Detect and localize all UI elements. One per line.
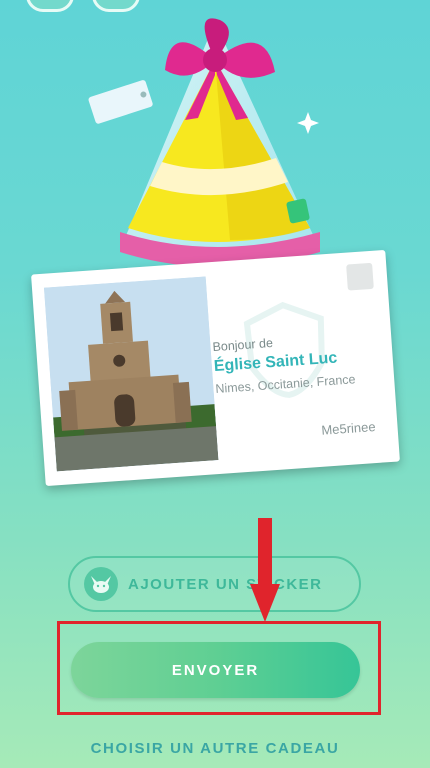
add-sticker-label: AJOUTER UN STICKER xyxy=(128,575,323,593)
postcard-sender: Me5rinee xyxy=(320,419,376,438)
stamp-slot xyxy=(346,262,374,291)
top-left-button[interactable] xyxy=(26,0,74,12)
postcard: Bonjour de Église Saint Luc Nimes, Occit… xyxy=(31,249,400,487)
church-photo xyxy=(43,276,219,472)
eevee-sticker-icon xyxy=(84,567,118,601)
add-sticker-button[interactable]: AJOUTER UN STICKER xyxy=(68,556,361,612)
gift-box-icon xyxy=(88,18,320,267)
red-down-arrow-icon xyxy=(250,518,280,622)
send-highlight-box xyxy=(57,621,381,715)
choose-other-gift-link[interactable]: CHOISIR UN AUTRE CADEAU xyxy=(0,740,430,757)
